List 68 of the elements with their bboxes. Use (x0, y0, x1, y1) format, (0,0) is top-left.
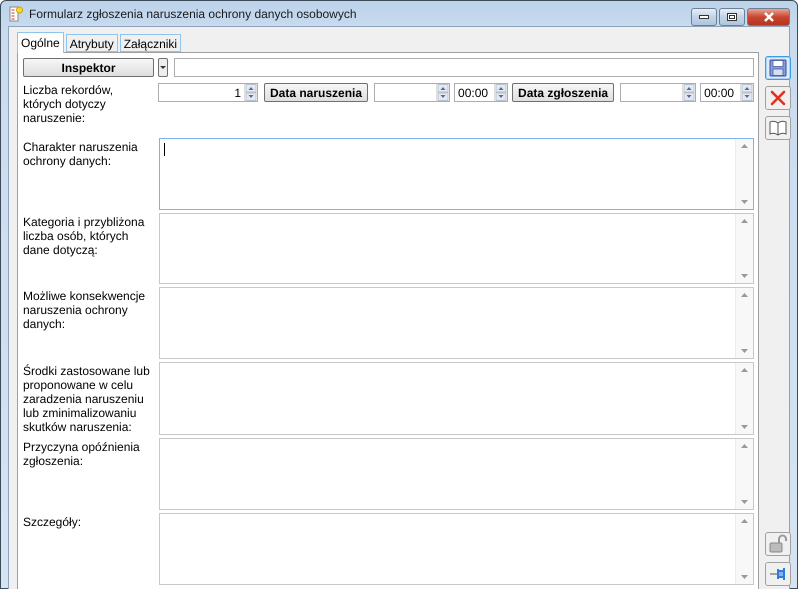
scroll-up-icon (741, 144, 748, 148)
tab[interactable]: Ogólne (17, 32, 64, 53)
window-title: Formularz zgłoszenia naruszenia ochrony danych osobowych (29, 6, 358, 20)
scroll-down-icon (741, 425, 748, 429)
form-icon (9, 6, 23, 22)
scroll-up-icon (741, 219, 748, 223)
maximize-icon (727, 13, 737, 21)
inspector-button[interactable]: Inspektor (23, 58, 154, 77)
tab[interactable]: Załączniki (120, 34, 182, 52)
field-label: Szczegóły: (23, 514, 82, 531)
report-date-button[interactable]: Data zgłoszenia (512, 83, 614, 102)
pin-button[interactable] (765, 562, 792, 586)
book-icon (768, 119, 788, 137)
scroll-up-icon (741, 293, 748, 297)
scroll-up-icon (741, 444, 748, 448)
scroll-down-icon (741, 274, 748, 278)
text-area[interactable] (159, 138, 754, 210)
save-button[interactable] (765, 56, 792, 80)
caret-icon (160, 66, 166, 70)
dropdown-button[interactable] (158, 58, 168, 77)
close-icon (762, 12, 774, 22)
scrollbar[interactable] (735, 439, 754, 509)
breach-date-button[interactable]: Data naruszenia (264, 83, 368, 102)
scroll-down-icon (741, 575, 748, 579)
text-area[interactable] (159, 287, 754, 359)
field-label: Przyczyna opóźnienia zgłoszenia: (23, 439, 141, 470)
close-button[interactable] (747, 8, 790, 26)
breach-time-field[interactable]: 00:00 (454, 83, 508, 102)
scrollbar[interactable] (735, 139, 754, 209)
text-area[interactable] (159, 362, 754, 435)
minimize-button[interactable] (691, 8, 717, 26)
save-icon (768, 58, 788, 78)
records-count-field[interactable]: 1 (158, 83, 258, 102)
inspector-field[interactable] (174, 58, 754, 77)
scrollbar[interactable] (735, 288, 754, 358)
minimize-icon (699, 15, 709, 19)
scroll-up-icon (741, 368, 748, 372)
delete-icon (769, 89, 788, 107)
spin-arrows-icon[interactable] (244, 84, 257, 101)
spin-arrows-icon[interactable] (494, 84, 508, 101)
text-area[interactable] (159, 438, 754, 510)
tab[interactable]: Atrybuty (66, 34, 118, 52)
text-area[interactable] (159, 513, 754, 585)
field-label: Możliwe konsekwencje naruszenia ochrony danych: (23, 288, 146, 333)
scroll-down-icon (741, 500, 748, 504)
scrollbar[interactable] (735, 363, 754, 434)
records-label: Liczba rekordów, których dotyczy naruszenie: (23, 83, 114, 125)
report-time-field[interactable]: 00:00 (700, 83, 754, 102)
field-label: Charakter naruszenia ochrony danych: (23, 139, 139, 170)
scroll-up-icon (741, 519, 748, 523)
maximize-button[interactable] (719, 8, 745, 26)
field-label: Środki zastosowane lub proponowane w celu zaradzenia naruszeniu lub zminimalizowaniu skutków naruszenia: (23, 363, 151, 435)
scrollbar[interactable] (735, 214, 754, 283)
report-date-field[interactable] (620, 83, 696, 102)
book-button[interactable] (765, 116, 792, 140)
spin-arrows-icon[interactable] (682, 84, 696, 101)
text-caret (164, 143, 165, 156)
scrollbar[interactable] (735, 514, 754, 584)
breach-date-field[interactable] (374, 83, 450, 102)
spin-arrows-icon[interactable] (436, 84, 450, 101)
text-area[interactable] (159, 213, 754, 284)
padlock-icon (768, 534, 788, 554)
scroll-down-icon (741, 349, 748, 353)
delete-button[interactable] (765, 86, 792, 110)
field-label: Kategoria i przybliżona liczba osób, których dane dotyczą: (23, 214, 146, 259)
spin-arrows-icon[interactable] (740, 84, 754, 101)
lock-button[interactable] (765, 532, 792, 556)
scroll-down-icon (741, 200, 748, 204)
